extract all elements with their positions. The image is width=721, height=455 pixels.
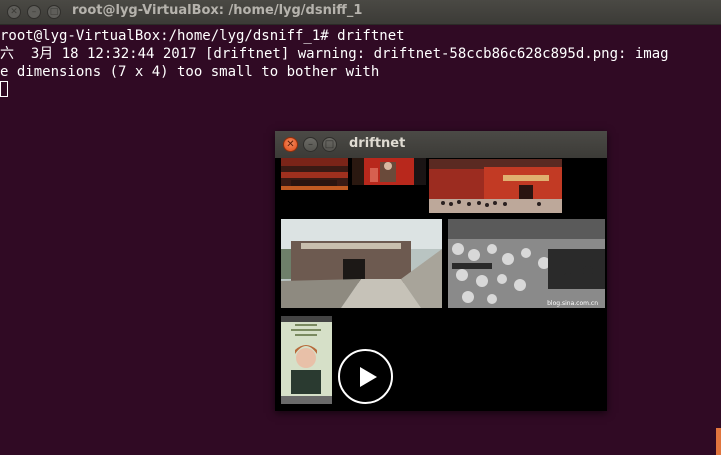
thumbnail-image[interactable] [352,158,426,185]
thumbnail-image[interactable] [429,159,562,213]
terminal-title: root@lyg-VirtualBox: /home/lyg/dsniff_1 [72,3,363,18]
desktop-edge [716,428,721,455]
driftnet-maximize-icon[interactable]: □ [322,137,337,152]
driftnet-title: driftnet [349,136,406,151]
terminal-line-warning: 六 3月 18 12:32:44 2017 [driftnet] warning… [0,46,669,62]
thumbnail-watermark: blog.sina.com.cn [547,300,598,307]
terminal-line-command: root@lyg-VirtualBox:/home/lyg/dsniff_1# … [0,28,405,44]
play-triangle [360,367,377,387]
terminal-minimize-icon[interactable]: – [27,5,41,19]
terminal-titlebar[interactable]: ✕ – □ root@lyg-VirtualBox: /home/lyg/dsn… [0,0,721,25]
terminal-maximize-icon[interactable]: □ [47,5,61,19]
driftnet-minimize-icon[interactable]: – [303,137,318,152]
play-icon[interactable] [338,349,393,404]
driftnet-close-icon[interactable]: ✕ [283,137,298,152]
thumbnail-image[interactable] [281,219,442,308]
terminal-cursor [0,81,8,97]
terminal-line-warning-cont: e dimensions (7 x 4) too small to bother… [0,64,380,80]
thumbnail-image[interactable]: blog.sina.com.cn [448,219,605,308]
terminal-output[interactable]: root@lyg-VirtualBox:/home/lyg/dsniff_1# … [0,27,721,99]
terminal-close-icon[interactable]: ✕ [7,5,21,19]
driftnet-titlebar[interactable]: ✕ – □ driftnet [275,131,607,158]
thumbnail-image[interactable] [281,158,348,190]
terminal-cursor-line [0,81,721,99]
thumbnail-image[interactable] [281,316,332,404]
